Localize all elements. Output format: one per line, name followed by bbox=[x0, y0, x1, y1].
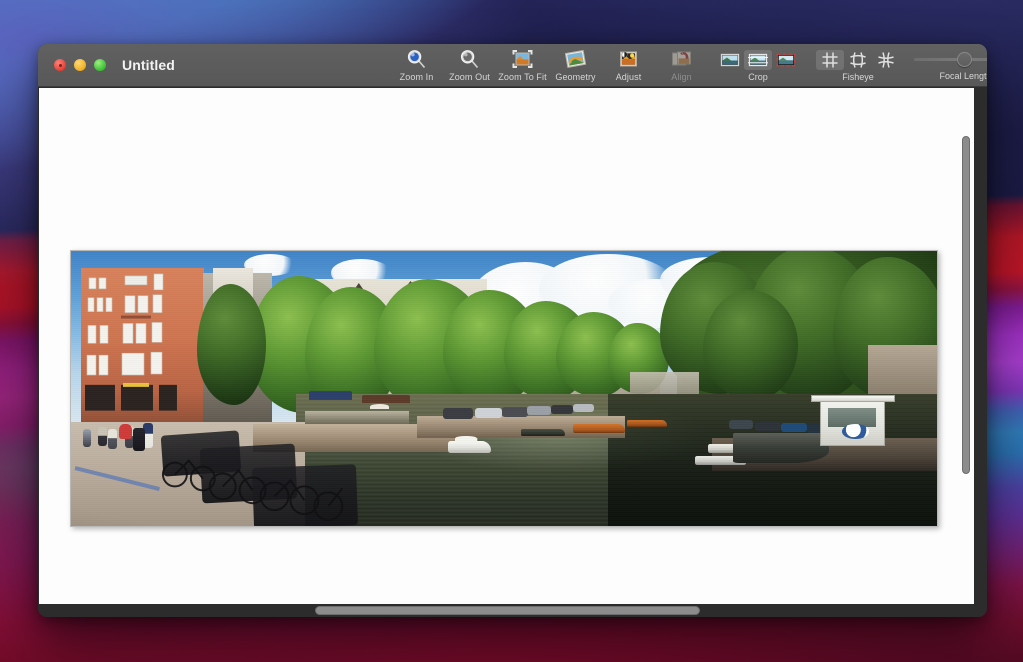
pedestrian-red-jacket bbox=[119, 424, 133, 439]
vertical-scrollbar[interactable] bbox=[962, 136, 970, 474]
horizontal-scrollbar[interactable] bbox=[315, 606, 700, 615]
panorama-image[interactable] bbox=[70, 250, 938, 527]
toolbar-button-zoom-out[interactable]: Zoom Out bbox=[443, 44, 496, 87]
window-title: Untitled bbox=[122, 57, 175, 73]
pedestrian bbox=[97, 427, 107, 447]
toolbar-button-adjust[interactable]: Adjust bbox=[602, 44, 655, 87]
fisheye-segment-row bbox=[816, 49, 900, 70]
align-photo-icon bbox=[670, 49, 693, 70]
parked-car bbox=[502, 406, 529, 417]
grid-hash-icon bbox=[821, 51, 839, 69]
townhouse-window-grid bbox=[85, 273, 178, 411]
boat-dark bbox=[521, 428, 565, 436]
crop-segment-row bbox=[716, 49, 800, 70]
toolbar-label-align: Align bbox=[671, 72, 692, 82]
cafe-awning bbox=[309, 391, 353, 400]
minimize-button[interactable] bbox=[74, 59, 86, 71]
boat-orange bbox=[573, 424, 626, 433]
tree bbox=[196, 284, 266, 405]
parked-car bbox=[526, 406, 551, 416]
fisheye-pincushion-segment[interactable] bbox=[872, 50, 900, 70]
terrace-chairs bbox=[304, 410, 409, 425]
toolbar-label-crop: Crop bbox=[748, 72, 768, 82]
parked-car bbox=[781, 422, 808, 433]
document-area bbox=[38, 87, 987, 617]
pedestrian bbox=[83, 429, 91, 448]
magnifier-minus-icon bbox=[459, 49, 480, 70]
focal-length-track bbox=[914, 58, 987, 61]
toolbar: Zoom In Zoom Out Zoom To Fit Geometry Ad… bbox=[390, 44, 987, 87]
app-window: Untitled Zoom In Zoom Out Zoom To Fit Ge… bbox=[38, 44, 987, 617]
geometry-photo-icon bbox=[564, 49, 587, 70]
magnifier-plus-icon bbox=[406, 49, 427, 70]
grid-barrel-icon bbox=[849, 51, 867, 69]
kiosk-roof bbox=[810, 395, 896, 403]
crop-manual-icon bbox=[775, 52, 797, 68]
parked-car bbox=[474, 407, 503, 419]
crop-none-icon bbox=[719, 52, 741, 68]
tree bbox=[703, 289, 799, 400]
crop-manual-segment[interactable] bbox=[772, 50, 800, 70]
parked-car bbox=[729, 419, 754, 430]
toolbar-group-crop: Crop bbox=[716, 44, 800, 87]
adjust-photo-icon bbox=[617, 49, 640, 70]
toolbar-label-geometry: Geometry bbox=[555, 72, 596, 82]
close-button[interactable] bbox=[54, 59, 66, 71]
toolbar-button-geometry[interactable]: Geometry bbox=[549, 44, 602, 87]
pedestrian bbox=[108, 428, 117, 449]
toolbar-label-fisheye: Fisheye bbox=[842, 72, 874, 82]
toolbar-button-zoom-to-fit[interactable]: Zoom To Fit bbox=[496, 44, 549, 87]
parked-car bbox=[550, 405, 574, 414]
bicycle-details bbox=[161, 459, 344, 522]
pedestrian-dark bbox=[133, 428, 145, 452]
cafe-awning bbox=[361, 395, 411, 403]
traffic-light-buttons bbox=[54, 59, 106, 71]
toolbar-group-focal-length: Focal Length bbox=[914, 44, 987, 87]
street-umbrella bbox=[369, 403, 389, 410]
boat-orange bbox=[626, 420, 667, 428]
toolbar-label-zoom-to-fit: Zoom To Fit bbox=[498, 72, 547, 82]
crop-auto-segment[interactable] bbox=[744, 49, 772, 70]
boat-large-dark bbox=[733, 432, 829, 463]
horizontal-scrollbar-track[interactable] bbox=[38, 604, 987, 617]
maximize-button[interactable] bbox=[94, 59, 106, 71]
crop-auto-icon bbox=[747, 52, 769, 68]
grid-pincushion-icon bbox=[877, 51, 895, 69]
fisheye-barrel-segment[interactable] bbox=[844, 50, 872, 70]
toolbar-group-fisheye: Fisheye bbox=[816, 44, 900, 87]
window-titlebar: Untitled Zoom In Zoom Out Zoom To Fit Ge… bbox=[38, 44, 987, 87]
panorama-content bbox=[71, 251, 937, 526]
parked-car bbox=[755, 421, 782, 432]
boat-white-canopy bbox=[454, 436, 478, 443]
toolbar-label-zoom-in: Zoom In bbox=[399, 72, 434, 82]
toolbar-label-zoom-out: Zoom Out bbox=[449, 72, 490, 82]
fit-image-icon bbox=[511, 49, 534, 70]
image-canvas[interactable] bbox=[39, 88, 974, 604]
parked-car bbox=[573, 403, 595, 413]
parked-car bbox=[443, 407, 473, 419]
crop-none-segment[interactable] bbox=[716, 50, 744, 70]
toolbar-label-adjust: Adjust bbox=[615, 72, 642, 82]
fisheye-grid-segment[interactable] bbox=[816, 49, 844, 70]
toolbar-button-zoom-in[interactable]: Zoom In bbox=[390, 44, 443, 87]
toolbar-button-align[interactable]: Align bbox=[655, 44, 708, 87]
toolbar-label-focal-length: Focal Length bbox=[939, 71, 987, 81]
focal-length-slider[interactable] bbox=[914, 49, 987, 69]
desktop-wallpaper: Untitled Zoom In Zoom Out Zoom To Fit Ge… bbox=[0, 0, 1023, 662]
focal-length-knob[interactable] bbox=[957, 52, 972, 67]
